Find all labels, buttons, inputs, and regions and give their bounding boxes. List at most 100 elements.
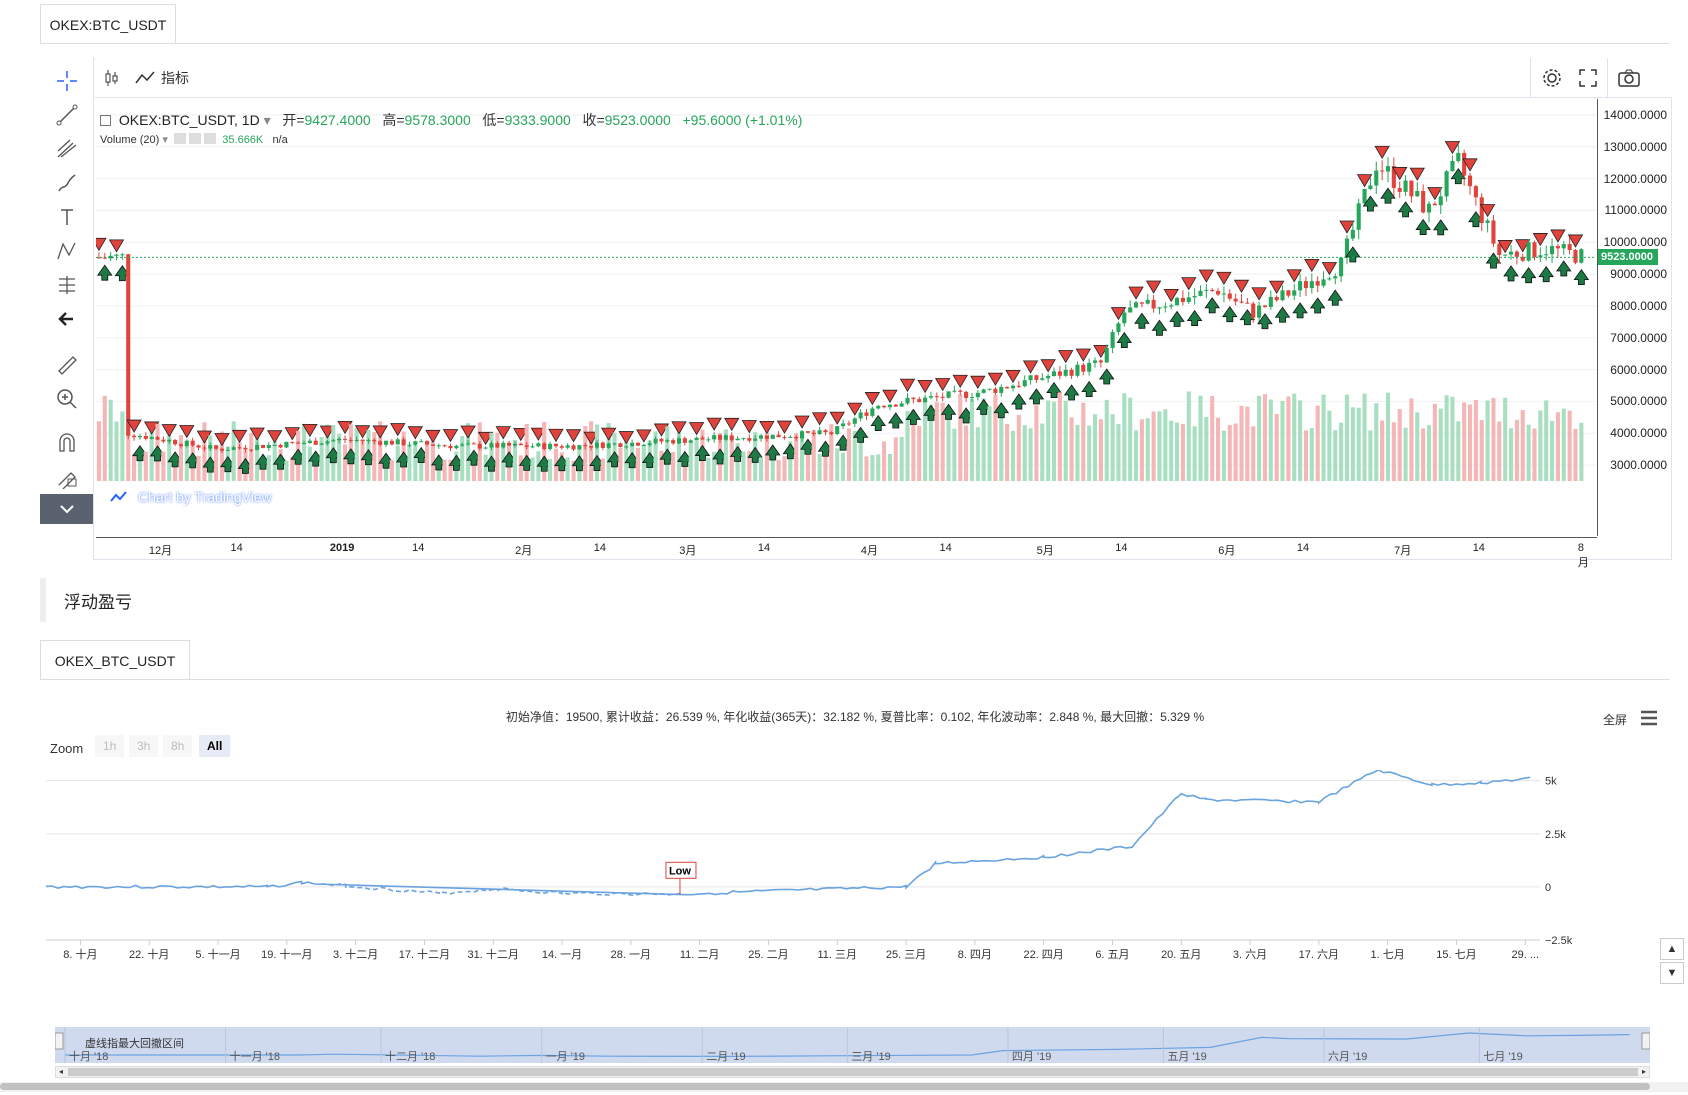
indicators-button[interactable]: 指标 bbox=[135, 66, 189, 90]
candle-body bbox=[923, 397, 928, 403]
equity-x-tick: 8. 十月 bbox=[63, 947, 97, 961]
volume-bar bbox=[407, 445, 412, 481]
candle-body bbox=[1204, 289, 1209, 291]
remove-icon[interactable] bbox=[204, 133, 217, 144]
candle-body bbox=[624, 446, 629, 448]
volume-bar bbox=[143, 451, 148, 481]
back-arrow-icon[interactable] bbox=[50, 304, 84, 334]
equity-chart[interactable]: 5k2.5k0−2.5kHighLow8. 十月22. 十月5. 十一月19. … bbox=[40, 770, 1668, 1010]
candlestick-plot[interactable] bbox=[96, 99, 1596, 536]
zoom-3h-button[interactable]: 3h bbox=[129, 735, 159, 757]
nav-left-arrow-icon[interactable]: ◂ bbox=[56, 1067, 66, 1077]
price-tick: 4000.0000 bbox=[1610, 426, 1667, 441]
equity-x-tick: 5. 十一月 bbox=[195, 947, 240, 961]
volume-bar bbox=[548, 458, 553, 481]
volume-bar bbox=[483, 454, 488, 481]
candle-type-icon[interactable] bbox=[103, 66, 121, 90]
nav-right-arrow-icon[interactable]: ▸ bbox=[1639, 1067, 1649, 1077]
zoom-8h-button[interactable]: 8h bbox=[163, 735, 193, 757]
equity-x-tick: 17. 十二月 bbox=[399, 947, 450, 961]
time-tick: 14 bbox=[757, 542, 771, 554]
eye-icon[interactable] bbox=[174, 133, 187, 144]
volume-bar bbox=[589, 421, 594, 481]
zoom-1h-button[interactable]: 1h bbox=[95, 735, 125, 757]
navigator-scrollbar[interactable]: ◂ ▸ bbox=[55, 1066, 1650, 1078]
buy-signal-arrow bbox=[1503, 265, 1519, 282]
brush-icon[interactable] bbox=[50, 168, 84, 198]
volume-bar bbox=[1116, 424, 1121, 481]
volume-bar bbox=[741, 451, 746, 481]
camera-snapshot-icon[interactable] bbox=[1617, 66, 1641, 90]
legend-close-value: 9523.0000 bbox=[604, 112, 671, 128]
text-tool-icon[interactable] bbox=[50, 202, 84, 232]
pitchfork-icon[interactable] bbox=[50, 134, 84, 164]
volume-bar bbox=[1139, 419, 1144, 481]
trend-line-icon[interactable] bbox=[50, 100, 84, 130]
settings-icon[interactable] bbox=[189, 133, 202, 144]
zoom-in-icon[interactable] bbox=[50, 384, 84, 414]
lock-drawings-icon[interactable] bbox=[50, 462, 84, 492]
tab-okex-btc-usdt-equity[interactable]: OKEX_BTC_USDT bbox=[40, 640, 190, 680]
volume-label: Volume (20) bbox=[100, 134, 160, 146]
equity-x-tick: 25. 二月 bbox=[748, 949, 788, 961]
candle-body bbox=[952, 390, 957, 392]
volume-bar bbox=[729, 437, 734, 481]
prediction-icon[interactable] bbox=[50, 270, 84, 300]
volume-bar bbox=[1151, 411, 1156, 481]
sell-signal-arrow bbox=[1374, 145, 1390, 160]
legend-high-value: 9578.3000 bbox=[404, 112, 471, 128]
candle-body bbox=[1227, 293, 1232, 299]
hamburger-menu-icon[interactable] bbox=[1640, 710, 1658, 731]
drawing-toolbar bbox=[40, 58, 94, 560]
ruler-icon[interactable] bbox=[50, 350, 84, 380]
sell-signal-arrow bbox=[741, 420, 758, 434]
scroll-up-icon[interactable]: ▲ bbox=[1660, 938, 1684, 960]
scroll-down-icon[interactable]: ▼ bbox=[1660, 962, 1684, 984]
volume-bar bbox=[1210, 396, 1215, 481]
collapse-toolbar-icon[interactable] bbox=[40, 494, 93, 524]
navigator[interactable]: 虚线指最大回撤区间十月 '18 十一月 '18 十二月 '18 一月 '19 二月 '1… bbox=[55, 1027, 1650, 1063]
equity-x-tick: 3. 六月 bbox=[1233, 948, 1267, 961]
candle-body bbox=[1268, 296, 1273, 307]
magnet-icon[interactable] bbox=[50, 428, 84, 458]
navigator-scroll-thumb[interactable] bbox=[68, 1068, 1638, 1076]
volume-bar bbox=[671, 452, 676, 481]
candle-body bbox=[290, 441, 295, 443]
candle-body bbox=[1544, 254, 1549, 256]
candle-body bbox=[1110, 332, 1115, 348]
pattern-icon[interactable] bbox=[50, 236, 84, 266]
volume-bar bbox=[1251, 426, 1256, 481]
volume-bar bbox=[102, 395, 107, 481]
buy-signal-arrow bbox=[1415, 218, 1431, 235]
candle-body bbox=[688, 440, 693, 443]
equity-y-tick: 5k bbox=[1545, 776, 1557, 788]
price-axis[interactable]: 14000.0000 13000.0000 12000.0000 11000.0000… bbox=[1597, 99, 1671, 536]
candle-body bbox=[413, 441, 418, 445]
navigator-tick: 十月 '18 bbox=[69, 1049, 108, 1063]
tradingview-logo-icon bbox=[107, 485, 131, 509]
settings-gear-icon[interactable] bbox=[1541, 66, 1563, 90]
fullscreen-button[interactable]: 全屏 bbox=[1603, 711, 1627, 728]
volume-bar bbox=[1221, 430, 1226, 481]
tab-okex-btc-usdt[interactable]: OKEX:BTC_USDT bbox=[40, 4, 176, 44]
candle-body bbox=[1280, 290, 1285, 301]
fullscreen-icon[interactable] bbox=[1578, 66, 1598, 90]
volume-bar bbox=[618, 447, 623, 481]
volume-bar bbox=[1380, 420, 1385, 481]
sell-signal-arrow bbox=[1233, 279, 1250, 293]
page-scroll-thumb[interactable] bbox=[0, 1083, 1650, 1090]
zoom-all-button[interactable]: All bbox=[199, 735, 231, 757]
volume-bar bbox=[864, 456, 869, 481]
volume-bar bbox=[1192, 426, 1197, 481]
candle-body bbox=[1022, 380, 1027, 387]
volume-bar bbox=[1497, 421, 1502, 481]
volume-bar bbox=[952, 428, 957, 481]
price-tick: 11000.0000 bbox=[1604, 203, 1667, 218]
volume-bar bbox=[1315, 405, 1320, 481]
crosshair-icon[interactable] bbox=[50, 66, 84, 96]
time-axis[interactable]: 12月 14 2019 14 2月 14 3月 14 4月 14 5月 14 6月 14 7月 14 8月 bbox=[96, 537, 1597, 569]
sell-signal-arrow bbox=[1198, 269, 1215, 283]
collapse-legend-icon[interactable] bbox=[100, 115, 111, 126]
volume-bar bbox=[1550, 421, 1555, 481]
volume-bar bbox=[120, 411, 125, 481]
